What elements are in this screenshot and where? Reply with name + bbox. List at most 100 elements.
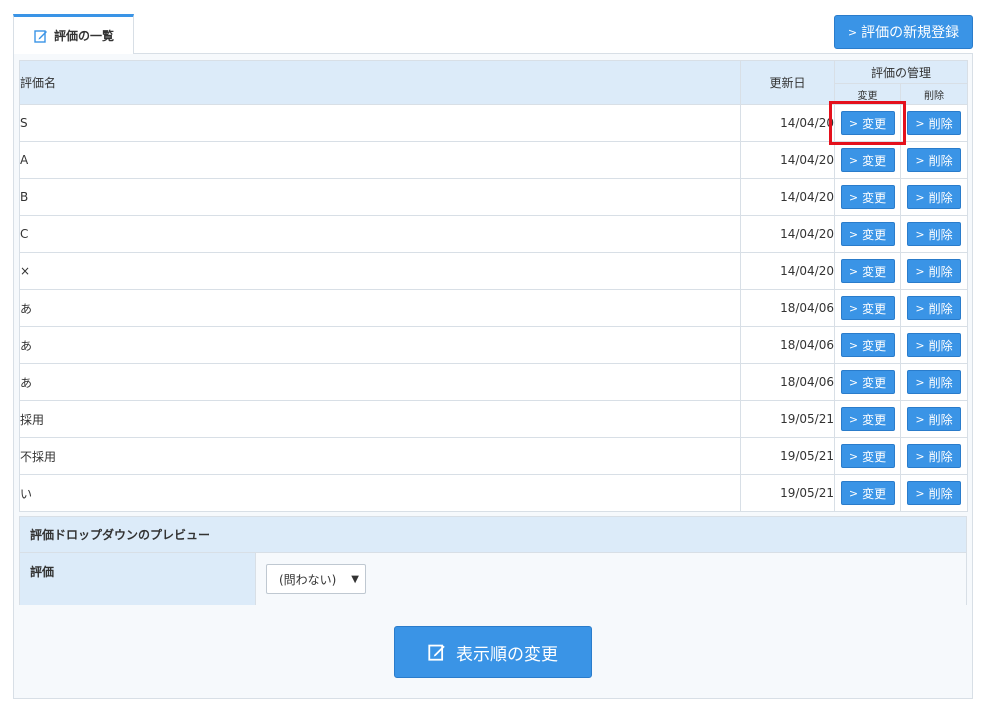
chevron-right-icon: > xyxy=(848,412,859,426)
delete-cell: > 削除 xyxy=(899,474,969,512)
edit-button[interactable]: > 変更 xyxy=(840,370,895,394)
updated-date-cell: 18/04/06 xyxy=(740,326,835,364)
edit-icon xyxy=(34,29,48,43)
delete-button[interactable]: > 削除 xyxy=(907,259,961,283)
chevron-right-icon: > xyxy=(848,153,859,167)
chevron-right-icon: > xyxy=(847,25,858,39)
rating-name-cell: B xyxy=(19,178,741,216)
updated-date-cell: 19/05/21 xyxy=(740,474,835,512)
chevron-right-icon: > xyxy=(915,375,925,389)
delete-button-label: 削除 xyxy=(928,412,953,427)
delete-button-label: 削除 xyxy=(928,301,953,316)
preview-row: 評価 (問わない) ▼ xyxy=(20,553,966,605)
edit-button-label: 変更 xyxy=(862,153,887,168)
chevron-right-icon: > xyxy=(848,486,859,500)
new-rating-button-label: 評価の新規登録 xyxy=(861,25,960,41)
delete-button[interactable]: > 削除 xyxy=(907,296,961,320)
rating-name-cell: あ xyxy=(19,326,741,364)
chevron-right-icon: > xyxy=(915,412,925,426)
chevron-right-icon: > xyxy=(915,486,925,500)
delete-cell: > 削除 xyxy=(899,178,969,216)
edit-cell: > 変更 xyxy=(834,363,901,401)
edit-button[interactable]: > 変更 xyxy=(840,259,895,283)
chevron-right-icon: > xyxy=(915,338,925,352)
edit-cell: > 変更 xyxy=(834,289,901,327)
edit-button[interactable]: > 変更 xyxy=(840,148,895,172)
chevron-right-icon: > xyxy=(848,338,859,352)
delete-button[interactable]: > 削除 xyxy=(907,111,961,135)
rating-name-cell: 不採用 xyxy=(19,437,741,475)
preview-field-value: (問わない) ▼ xyxy=(256,553,966,605)
preview-field-label: 評価 xyxy=(20,553,256,605)
table-row: あ 18/04/06 > 変更 > 削除 xyxy=(19,326,969,364)
table-row: B 14/04/20 > 変更 > 削除 xyxy=(19,178,969,216)
tab-label: 評価の一覧 xyxy=(54,29,115,43)
delete-cell: > 削除 xyxy=(899,215,969,253)
edit-button-label: 変更 xyxy=(862,412,887,427)
edit-button[interactable]: > 変更 xyxy=(840,407,895,431)
table-row: A 14/04/20 > 変更 > 削除 xyxy=(19,141,969,179)
delete-cell: > 削除 xyxy=(899,252,969,290)
dropdown-preview: 評価ドロップダウンのプレビュー 評価 (問わない) ▼ xyxy=(19,516,967,605)
delete-button[interactable]: > 削除 xyxy=(907,148,961,172)
edit-button-label: 変更 xyxy=(862,301,887,316)
delete-button[interactable]: > 削除 xyxy=(907,185,961,209)
rating-name-cell: × xyxy=(19,252,741,290)
edit-button[interactable]: > 変更 xyxy=(840,222,895,246)
delete-button[interactable]: > 削除 xyxy=(907,481,961,505)
new-rating-button[interactable]: > 評価の新規登録 xyxy=(834,15,973,49)
rating-name-cell: C xyxy=(19,215,741,253)
updated-date-cell: 14/04/20 xyxy=(740,141,835,179)
edit-button[interactable]: > 変更 xyxy=(840,444,895,468)
rating-table: 評価名 更新日 評価の管理 変更 削除 S 14/04/20 > 変更 > 削除 A 14/0… xyxy=(19,60,969,512)
chevron-right-icon: > xyxy=(848,227,859,241)
chevron-right-icon: > xyxy=(915,116,925,130)
chevron-right-icon: > xyxy=(915,227,925,241)
edit-button-label: 変更 xyxy=(862,449,887,464)
delete-cell: > 削除 xyxy=(899,104,969,142)
edit-button[interactable]: > 変更 xyxy=(840,481,895,505)
table-row: × 14/04/20 > 変更 > 削除 xyxy=(19,252,969,290)
delete-cell: > 削除 xyxy=(899,400,969,438)
table-row: あ 18/04/06 > 変更 > 削除 xyxy=(19,363,969,401)
rating-name-cell: あ xyxy=(19,363,741,401)
table-row: 不採用 19/05/21 > 変更 > 削除 xyxy=(19,437,969,475)
updated-date-cell: 18/04/06 xyxy=(740,363,835,401)
delete-button[interactable]: > 削除 xyxy=(907,407,961,431)
delete-button-label: 削除 xyxy=(928,449,953,464)
delete-button[interactable]: > 削除 xyxy=(907,333,961,357)
tab-rating-list[interactable]: 評価の一覧 xyxy=(13,14,134,54)
edit-button-label: 変更 xyxy=(862,227,887,242)
edit-button[interactable]: > 変更 xyxy=(840,185,895,209)
chevron-right-icon: > xyxy=(848,264,859,278)
delete-button-label: 削除 xyxy=(928,486,953,501)
rating-name-cell: 採用 xyxy=(19,400,741,438)
header-delete: 削除 xyxy=(899,83,969,105)
change-order-button[interactable]: 表示順の変更 xyxy=(394,626,592,678)
updated-date-cell: 14/04/20 xyxy=(740,104,835,142)
delete-cell: > 削除 xyxy=(899,289,969,327)
edit-button[interactable]: > 変更 xyxy=(840,333,895,357)
delete-cell: > 削除 xyxy=(899,141,969,179)
table-row: C 14/04/20 > 変更 > 削除 xyxy=(19,215,969,253)
chevron-right-icon: > xyxy=(915,301,925,315)
delete-button-label: 削除 xyxy=(928,227,953,242)
edit-button-label: 変更 xyxy=(862,264,887,279)
delete-button[interactable]: > 削除 xyxy=(907,370,961,394)
delete-button-label: 削除 xyxy=(928,153,953,168)
chevron-right-icon: > xyxy=(848,449,859,463)
edit-button[interactable]: > 変更 xyxy=(840,111,895,135)
delete-cell: > 削除 xyxy=(899,363,969,401)
chevron-right-icon: > xyxy=(848,301,859,315)
chevron-right-icon: > xyxy=(848,190,859,204)
delete-button[interactable]: > 削除 xyxy=(907,222,961,246)
delete-cell: > 削除 xyxy=(899,326,969,364)
updated-date-cell: 14/04/20 xyxy=(740,252,835,290)
edit-button[interactable]: > 変更 xyxy=(840,296,895,320)
edit-cell: > 変更 xyxy=(834,178,901,216)
delete-button[interactable]: > 削除 xyxy=(907,444,961,468)
chevron-right-icon: > xyxy=(848,116,859,130)
delete-button-label: 削除 xyxy=(928,190,953,205)
caret-down-icon: ▼ xyxy=(351,573,359,585)
rating-select[interactable]: (問わない) ▼ xyxy=(266,564,366,594)
